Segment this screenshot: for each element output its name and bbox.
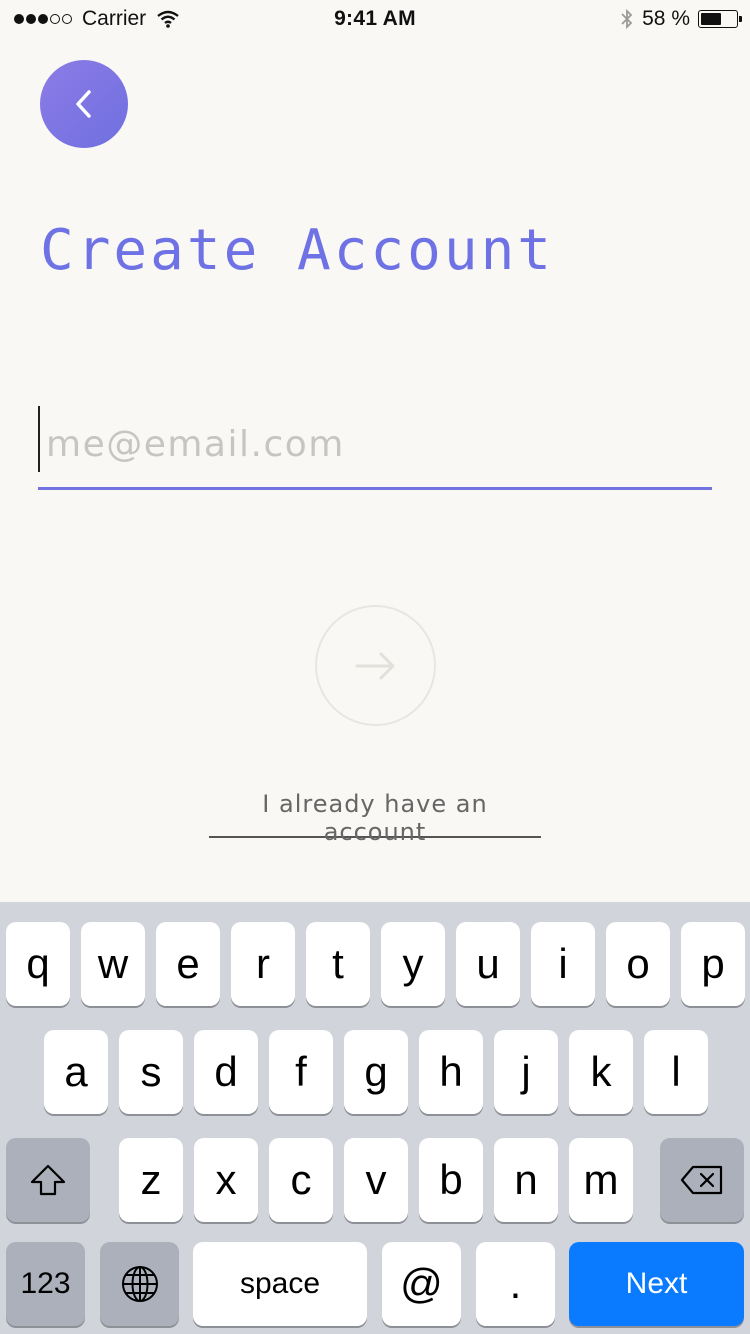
shift-key[interactable]	[6, 1138, 90, 1222]
key-t[interactable]: t	[306, 922, 370, 1006]
key-k[interactable]: k	[569, 1030, 633, 1114]
key-e[interactable]: e	[156, 922, 220, 1006]
key-p[interactable]: p	[681, 922, 745, 1006]
at-key[interactable]: @	[382, 1242, 461, 1326]
arrow-right-icon	[355, 652, 394, 679]
key-z[interactable]: z	[119, 1138, 183, 1222]
key-o[interactable]: o	[606, 922, 670, 1006]
battery-percent: 58 %	[642, 7, 690, 30]
battery-icon	[698, 10, 742, 28]
key-y[interactable]: y	[381, 922, 445, 1006]
key-a[interactable]: a	[44, 1030, 108, 1114]
delete-key[interactable]	[660, 1138, 744, 1222]
period-key[interactable]: .	[476, 1242, 555, 1326]
battery-fill	[701, 13, 721, 25]
backspace-icon	[680, 1165, 723, 1195]
key-d[interactable]: d	[194, 1030, 258, 1114]
key-n[interactable]: n	[494, 1138, 558, 1222]
key-s[interactable]: s	[119, 1030, 183, 1114]
status-bar: Carrier 9:41 AM 58 %	[0, 0, 750, 40]
key-h[interactable]: h	[419, 1030, 483, 1114]
key-f[interactable]: f	[269, 1030, 333, 1114]
key-j[interactable]: j	[494, 1030, 558, 1114]
key-l[interactable]: l	[644, 1030, 708, 1114]
next-key[interactable]: Next	[569, 1242, 744, 1326]
space-key[interactable]: space	[193, 1242, 367, 1326]
shift-icon	[30, 1164, 66, 1196]
key-b[interactable]: b	[419, 1138, 483, 1222]
key-c[interactable]: c	[269, 1138, 333, 1222]
text-caret	[38, 406, 40, 472]
key-w[interactable]: w	[81, 922, 145, 1006]
bluetooth-icon	[621, 8, 633, 30]
globe-icon	[121, 1266, 158, 1302]
key-u[interactable]: u	[456, 922, 520, 1006]
globe-key[interactable]	[100, 1242, 179, 1326]
key-i[interactable]: i	[531, 922, 595, 1006]
email-field-container	[38, 404, 712, 490]
back-button[interactable]	[40, 60, 128, 148]
key-v[interactable]: v	[344, 1138, 408, 1222]
email-field[interactable]	[38, 404, 712, 484]
key-x[interactable]: x	[194, 1138, 258, 1222]
key-m[interactable]: m	[569, 1138, 633, 1222]
key-g[interactable]: g	[344, 1030, 408, 1114]
status-right: 58 %	[620, 7, 742, 31]
page-title: Create Account	[40, 218, 555, 283]
submit-button[interactable]	[315, 605, 436, 726]
numbers-key[interactable]: 123	[6, 1242, 85, 1326]
key-r[interactable]: r	[231, 922, 295, 1006]
keyboard: q w e r t y u i o p a s d f g h j k l z …	[0, 902, 750, 1334]
chevron-left-icon	[76, 90, 91, 118]
key-q[interactable]: q	[6, 922, 70, 1006]
login-link[interactable]: I already have an account	[209, 790, 541, 846]
